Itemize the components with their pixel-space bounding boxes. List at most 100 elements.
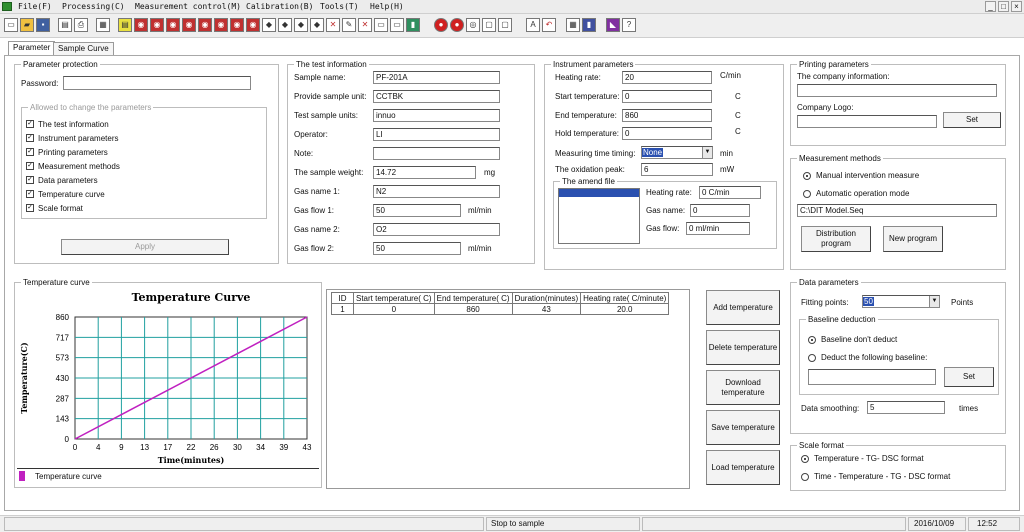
checkbox-test-information[interactable]: ✓	[26, 120, 34, 128]
end-temperature-input[interactable]: 860	[622, 109, 712, 122]
new-file-icon[interactable]: ▭	[4, 18, 18, 32]
menu-tools[interactable]: Tools(T)	[320, 2, 359, 11]
tool-red-8-icon[interactable]: ◉	[246, 18, 260, 32]
maximize-button[interactable]: □	[998, 1, 1009, 12]
segment-cell[interactable]: 860	[433, 303, 513, 315]
print-preview-icon[interactable]: ▤	[58, 18, 72, 32]
save-temperature-button[interactable]: Save temperature	[706, 410, 780, 445]
tool-red-7-icon[interactable]: ◉	[230, 18, 244, 32]
segment-cell[interactable]: 0	[353, 303, 435, 315]
tool-9-icon[interactable]: ◆	[262, 18, 276, 32]
tool-purple-icon[interactable]: ◣	[606, 18, 620, 32]
record-red-icon[interactable]: ●	[450, 18, 464, 32]
tool-21-icon[interactable]: ◎	[466, 18, 480, 32]
radio-baseline-none[interactable]	[808, 336, 816, 344]
data-smoothing-input[interactable]: 5	[867, 401, 945, 414]
amend-file-list[interactable]	[558, 188, 640, 244]
test-units-input[interactable]: innuo	[373, 109, 500, 122]
tool-text-icon[interactable]: A	[526, 18, 540, 32]
menu-help[interactable]: Help(H)	[370, 2, 404, 11]
segment-cell[interactable]: 20.0	[580, 303, 670, 315]
table-icon[interactable]: ▦	[96, 18, 110, 32]
tool-curve-icon[interactable]: ↶	[542, 18, 556, 32]
gas-name-2-input[interactable]: O2	[373, 223, 500, 236]
apply-button[interactable]: Apply	[61, 239, 229, 255]
radio-baseline-follow[interactable]	[808, 354, 816, 362]
tool-red-1-icon[interactable]: ◉	[134, 18, 148, 32]
radio-manual-measure[interactable]	[803, 172, 811, 180]
tool-15-icon[interactable]: ✕	[358, 18, 372, 32]
tool-14-icon[interactable]: ✎	[342, 18, 356, 32]
tool-16-icon[interactable]: ▭	[374, 18, 388, 32]
baseline-set-button[interactable]: Set	[944, 367, 994, 387]
measuring-time-select[interactable]: None ▼	[641, 146, 713, 159]
tool-red-5-icon[interactable]: ◉	[198, 18, 212, 32]
provide-unit-input[interactable]: CCTBK	[373, 90, 500, 103]
stop-red-icon[interactable]: ●	[434, 18, 448, 32]
company-logo-input[interactable]	[797, 115, 937, 128]
open-folder-icon[interactable]: ▰	[20, 18, 34, 32]
new-program-button[interactable]: New program	[883, 226, 943, 252]
segment-cell[interactable]: 1	[331, 303, 354, 315]
note-input[interactable]	[373, 147, 500, 160]
tool-17-icon[interactable]: ▭	[390, 18, 404, 32]
tool-red-3-icon[interactable]: ◉	[166, 18, 180, 32]
chevron-down-icon[interactable]: ▼	[702, 147, 712, 158]
heating-rate-input[interactable]: 20	[622, 71, 712, 84]
tab-sample-curve[interactable]: Sample Curve	[53, 42, 114, 56]
amend-file-selected-row[interactable]	[559, 189, 639, 197]
add-temperature-button[interactable]: Add temperature	[706, 290, 780, 325]
tool-18-icon[interactable]: ▮	[406, 18, 420, 32]
tool-book-icon[interactable]: ▮	[582, 18, 596, 32]
password-input[interactable]	[63, 76, 251, 90]
checkbox-measurement-methods[interactable]: ✓	[26, 162, 34, 170]
sample-weight-input[interactable]: 14.72	[373, 166, 476, 179]
tool-grid-icon[interactable]: ▦	[566, 18, 580, 32]
gas-flow-2-input[interactable]: 50	[373, 242, 461, 255]
tab-parameter[interactable]: Parameter	[8, 41, 56, 56]
close-button[interactable]: ×	[1011, 1, 1022, 12]
fitting-points-select[interactable]: 50 ▼	[862, 295, 940, 308]
checkbox-data-parameters[interactable]: ✓	[26, 176, 34, 184]
tool-red-4-icon[interactable]: ◉	[182, 18, 196, 32]
operator-input[interactable]: LI	[373, 128, 500, 141]
gas-name-1-input[interactable]: N2	[373, 185, 500, 198]
start-temperature-input[interactable]: 0	[622, 90, 712, 103]
amend-heating-rate-input[interactable]: 0 C/min	[699, 186, 761, 199]
baseline-file-input[interactable]	[808, 369, 936, 385]
menu-calibration[interactable]: Calibration(B)	[246, 2, 313, 11]
tool-22-icon[interactable]: ▢	[482, 18, 496, 32]
tool-red-2-icon[interactable]: ◉	[150, 18, 164, 32]
checkbox-temperature-curve[interactable]: ✓	[26, 190, 34, 198]
radio-scale-temperature[interactable]	[801, 455, 809, 463]
tool-23-icon[interactable]: ▢	[498, 18, 512, 32]
menu-file[interactable]: File(F)	[18, 2, 52, 11]
gas-flow-1-input[interactable]: 50	[373, 204, 461, 217]
load-temperature-button[interactable]: Load temperature	[706, 450, 780, 485]
tool-13-icon[interactable]: ✕	[326, 18, 340, 32]
radio-automatic-mode[interactable]	[803, 190, 811, 198]
minimize-button[interactable]: _	[985, 1, 996, 12]
checkbox-printing-parameters[interactable]: ✓	[26, 148, 34, 156]
print-icon[interactable]: ⎙	[74, 18, 88, 32]
menu-processing[interactable]: Processing(C)	[62, 2, 125, 11]
checkbox-instrument-parameters[interactable]: ✓	[26, 134, 34, 142]
company-info-input[interactable]	[797, 84, 997, 97]
segment-row[interactable]: 1 0 860 43 20.0	[331, 303, 670, 315]
distribution-program-button[interactable]: Distribution program	[801, 226, 871, 252]
radio-scale-time[interactable]	[801, 473, 809, 481]
amend-gas-name-input[interactable]: 0	[690, 204, 750, 217]
chevron-down-icon[interactable]: ▼	[929, 296, 939, 307]
amend-gas-flow-input[interactable]: 0 ml/min	[686, 222, 750, 235]
checkbox-scale-format[interactable]: ✓	[26, 204, 34, 212]
download-temperature-button[interactable]: Download temperature	[706, 370, 780, 405]
tool-12-icon[interactable]: ◆	[310, 18, 324, 32]
logo-set-button[interactable]: Set	[943, 112, 1001, 128]
oxidation-peak-input[interactable]: 6	[641, 163, 713, 176]
sequence-path-input[interactable]: C:\DIT Model.Seq	[797, 204, 997, 217]
help-cursor-icon[interactable]: ?	[622, 18, 636, 32]
tool-red-6-icon[interactable]: ◉	[214, 18, 228, 32]
delete-temperature-button[interactable]: Delete temperature	[706, 330, 780, 365]
hold-temperature-input[interactable]: 0	[622, 127, 712, 140]
menu-measurement-control[interactable]: Measurement control(M)	[135, 2, 241, 11]
